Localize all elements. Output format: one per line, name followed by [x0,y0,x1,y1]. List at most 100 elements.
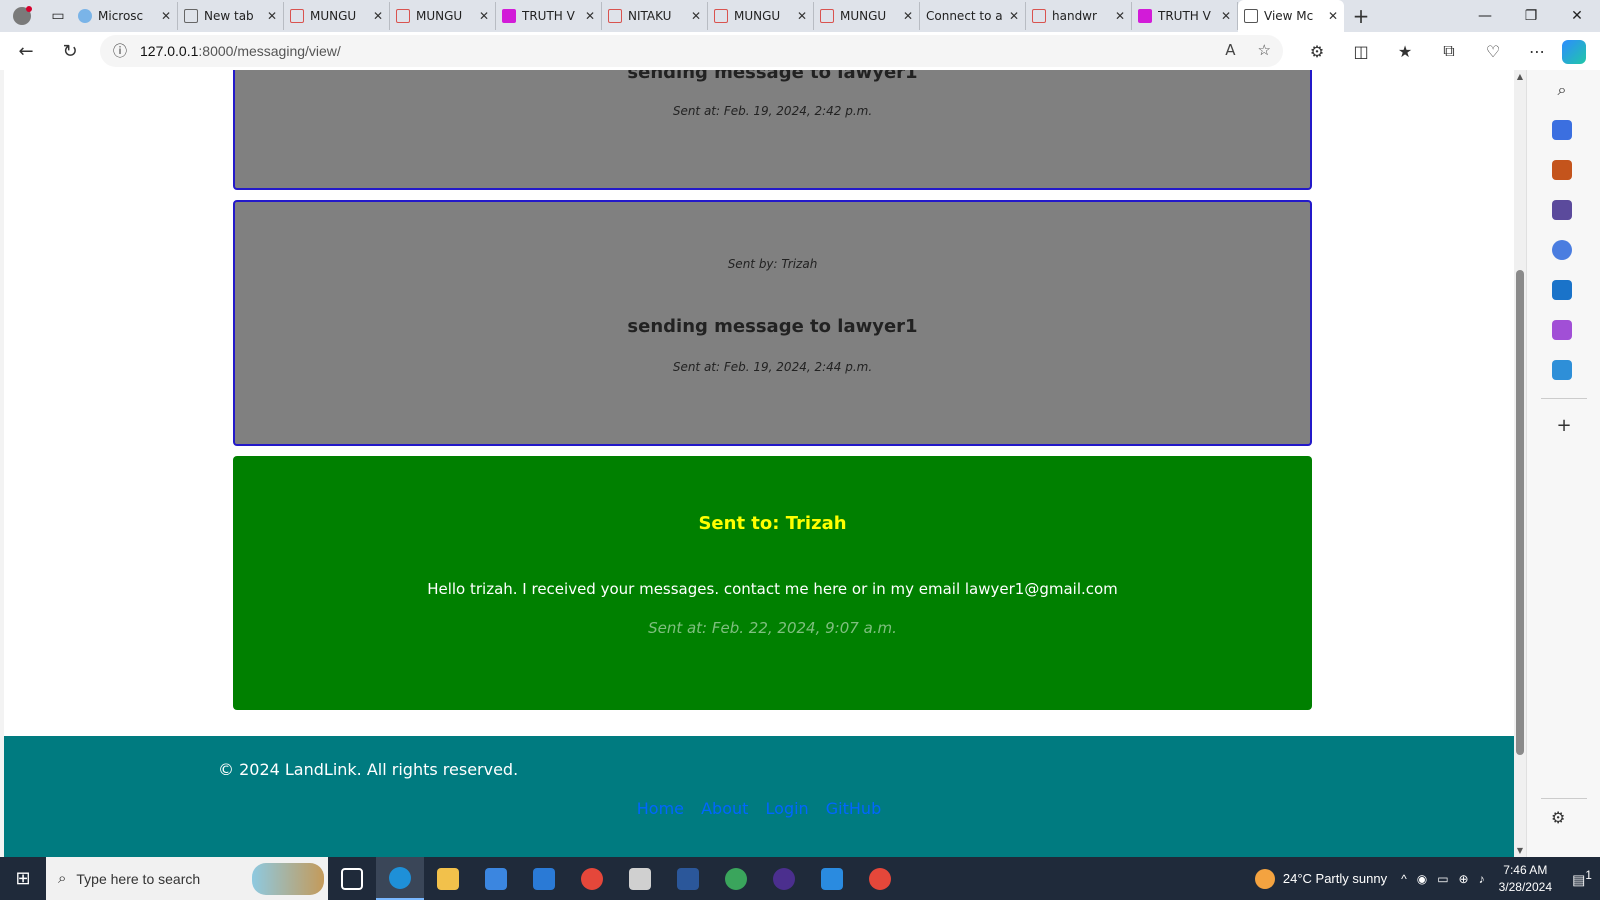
close-tab-icon[interactable]: ✕ [903,9,913,23]
browser-tab[interactable]: handwr ✕ [1026,2,1132,30]
notification-center-icon[interactable]: ▤1 [1564,869,1600,889]
sidebar-settings-gear-icon[interactable]: ⚙ [1551,808,1565,827]
browser-essentials-icon[interactable]: ♡ [1471,42,1515,61]
clock-time: 7:46 AM [1503,862,1548,877]
page-favicon-icon [1244,9,1258,23]
browser-tab[interactable]: NITAKU ✕ [602,2,708,30]
message-sent-at: Sent at: Feb. 19, 2024, 2:42 p.m. [672,104,873,118]
taskbar-search-box[interactable]: ⌕ Type here to search [46,857,328,900]
page-viewport: sending message to lawyer1 Sent at: Feb.… [4,70,1526,857]
file-explorer-icon[interactable] [424,857,472,900]
collections-icon[interactable]: ⧉ [1427,41,1471,61]
show-hidden-icons-chevron-icon[interactable]: ^ [1401,872,1407,886]
pdf-favicon-icon [608,9,622,23]
close-tab-icon[interactable]: ✕ [1115,9,1125,23]
extensions-icon[interactable]: ⚙ [1295,42,1339,61]
address-bar[interactable]: ⓘ 127.0.0.1:8000/messaging/view/ A ☆ [100,35,1283,67]
footer-link-home[interactable]: Home [637,799,684,818]
footer-link-about[interactable]: About [701,799,748,818]
outlook-icon[interactable] [1552,280,1572,300]
games-icon[interactable] [1552,200,1572,220]
favorites-icon[interactable]: ★ [1383,42,1427,61]
edge-taskbar-icon[interactable] [376,857,424,900]
page-scrollbar[interactable]: ▲ ▼ [1514,70,1526,857]
split-screen-icon[interactable]: ◫ [1339,42,1383,61]
mu-app-icon[interactable] [760,857,808,900]
browser-tab[interactable]: New tab ✕ [178,2,284,30]
task-view-icon[interactable] [328,857,376,900]
browser-tab[interactable]: Connect to a ✕ [920,2,1026,30]
edge-sidebar: ⌕ + ⚙ [1526,70,1600,857]
close-tab-icon[interactable]: ✕ [267,9,277,23]
tab-actions-icon[interactable]: ▭ [44,2,72,30]
browser-tab[interactable]: MUNGU ✕ [390,2,496,30]
close-tab-icon[interactable]: ✕ [161,9,171,23]
battery-icon[interactable]: ▭ [1437,872,1448,886]
scroll-up-arrow-icon[interactable]: ▲ [1514,72,1526,81]
edge-favicon-icon [78,9,92,23]
browser-tab[interactable]: MUNGU ✕ [284,2,390,30]
browser-tab[interactable]: TRUTH V ✕ [1132,2,1238,30]
taskbar-clock[interactable]: 7:46 AM 3/28/2024 [1499,862,1552,896]
vscode-icon[interactable] [808,857,856,900]
pdf-favicon-icon [396,9,410,23]
reply-sent-at: Sent at: Feb. 22, 2024, 9:07 a.m. [648,619,897,637]
browser-tab[interactable]: TRUTH V ✕ [496,2,602,30]
meet-now-icon[interactable]: ◉ [1417,872,1427,886]
site-info-icon[interactable]: ⓘ [100,41,140,61]
browser-tab[interactable]: MUNGU ✕ [814,2,920,30]
shopping-tag-icon[interactable] [1552,120,1572,140]
read-aloud-icon[interactable]: A [1225,41,1235,59]
profile-button[interactable] [0,0,44,32]
chrome-profile-icon[interactable] [856,857,904,900]
scroll-down-arrow-icon[interactable]: ▼ [1514,846,1526,855]
close-tab-icon[interactable]: ✕ [797,9,807,23]
notification-count: 1 [1585,868,1592,882]
close-tab-icon[interactable]: ✕ [373,9,383,23]
pdf-favicon-icon [1032,9,1046,23]
designer-icon[interactable] [1552,320,1572,340]
microsoft-365-icon[interactable] [1552,240,1572,260]
back-arrow-icon[interactable]: ← [4,32,48,70]
volume-icon[interactable]: ♪ [1479,872,1485,886]
pdf-favicon-icon [714,9,728,23]
word-icon[interactable] [664,857,712,900]
favorite-star-icon[interactable]: ☆ [1258,41,1271,59]
footer-link-login[interactable]: Login [766,799,809,818]
more-options-icon[interactable]: ⋯ [1515,42,1559,61]
edge-beta-icon[interactable] [712,857,760,900]
weather-widget[interactable]: 24°C Partly sunny [1254,868,1387,889]
tools-briefcase-icon[interactable] [1552,160,1572,180]
partly-sunny-icon [1254,868,1275,889]
refresh-icon[interactable]: ↻ [48,32,92,70]
new-tab-plus-icon[interactable]: + [1344,4,1378,28]
browser-tab[interactable]: Microsc ✕ [72,2,178,30]
copilot-icon[interactable] [1562,40,1586,64]
reply-body: Hello trizah. I received your messages. … [427,580,1118,598]
chrome-icon[interactable] [568,857,616,900]
mail-icon[interactable] [520,857,568,900]
search-icon[interactable]: ⌕ [1552,80,1572,100]
scrollbar-thumb[interactable] [1516,270,1524,755]
browser-tab[interactable]: MUNGU ✕ [708,2,814,30]
restore-icon[interactable]: ❐ [1508,0,1554,32]
browser-tab-active[interactable]: View Mc ✕ [1238,0,1344,32]
close-tab-icon[interactable]: ✕ [1328,9,1338,23]
network-globe-icon[interactable]: ⊕ [1459,872,1469,886]
minimize-icon[interactable]: — [1462,0,1508,32]
close-tab-icon[interactable]: ✕ [691,9,701,23]
close-tab-icon[interactable]: ✕ [585,9,595,23]
close-tab-icon[interactable]: ✕ [1221,9,1231,23]
url-host: 127.0.0.1 [140,43,199,59]
taskbar-pinned-apps [328,857,904,900]
search-magnifier-icon: ⌕ [58,870,67,887]
app-window-icon[interactable] [616,857,664,900]
footer-link-github[interactable]: GitHub [826,799,881,818]
close-tab-icon[interactable]: ✕ [479,9,489,23]
close-window-icon[interactable]: ✕ [1554,0,1600,32]
add-sidebar-app-icon[interactable]: + [1547,415,1581,443]
microsoft-store-icon[interactable] [472,857,520,900]
close-tab-icon[interactable]: ✕ [1009,9,1019,23]
windows-start-icon[interactable]: ⊞ [0,857,46,900]
send-icon[interactable] [1552,360,1572,380]
